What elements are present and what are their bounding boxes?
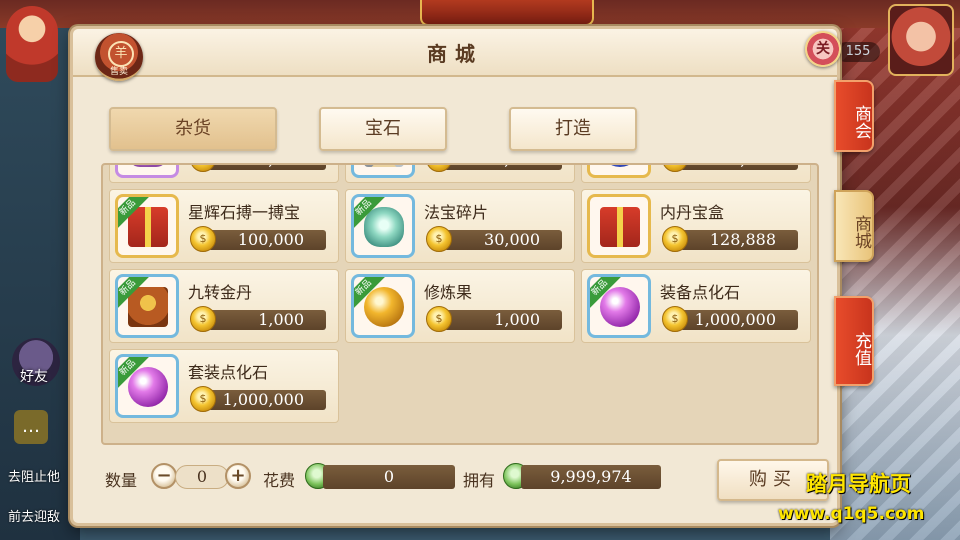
quantity-field[interactable]: 0 <box>175 465 229 489</box>
minus-button[interactable]: − <box>151 463 177 489</box>
item-price: 500,000 <box>444 165 562 170</box>
item-thumbnail: 新品 <box>115 354 179 418</box>
jade-icon <box>364 207 404 247</box>
owned-label: 拥有 <box>463 471 496 490</box>
close-button[interactable]: 关 <box>805 31 841 67</box>
item-name: 法宝碎片 <box>424 203 489 222</box>
sell-label: 售卖 <box>109 67 128 77</box>
item-price: 100,000 <box>208 230 326 250</box>
item-name: 星辉石搏一搏宝 <box>188 203 301 222</box>
chat-icon[interactable]: … <box>14 410 48 444</box>
tab-groceries[interactable]: 杂货 <box>109 107 277 151</box>
item-grid-frame[interactable]: 5,000$500,000$6,666$新品星辉石搏一搏宝100,000$新品法… <box>101 163 819 445</box>
item-card[interactable]: 新品 修炼果 1,000 $ <box>345 269 575 343</box>
watermark-url: www.q1q5.com <box>778 504 925 524</box>
item-card[interactable]: 5,000$ <box>109 165 339 183</box>
owned-value: 9,999,974 <box>521 465 661 489</box>
item-thumbnail <box>587 165 651 178</box>
close-icon: 关 <box>816 41 830 57</box>
coin-icon: $ <box>662 165 688 172</box>
item-price: 1,000 <box>208 310 326 330</box>
side-tab-guild[interactable]: 商会 <box>834 80 874 152</box>
item-thumbnail: 新品 <box>351 194 415 258</box>
coin-icon: $ <box>662 226 688 252</box>
chest-icon <box>128 287 168 327</box>
item-name: 内丹宝盒 <box>660 203 725 222</box>
item-card[interactable]: 新品 套装点化石 1,000,000 $ <box>109 349 339 423</box>
side-tab-recharge[interactable]: 充值 <box>834 296 874 386</box>
item-price: 128,888 <box>680 230 798 250</box>
watermark-title: 踏月导航页 <box>806 472 911 496</box>
item-thumbnail <box>587 194 651 258</box>
item-name: 修炼果 <box>424 283 473 302</box>
cost-label: 花费 <box>263 471 296 490</box>
bag-icon <box>128 165 168 167</box>
item-name: 套装点化石 <box>188 363 269 382</box>
orb-purple-icon <box>128 367 168 407</box>
item-price: 1,000,000 <box>680 310 798 330</box>
item-thumbnail <box>351 165 415 178</box>
item-thumbnail: 新品 <box>115 194 179 258</box>
tab-gems[interactable]: 宝石 <box>319 107 447 151</box>
chat-line-1: 去阻止他 <box>8 470 61 485</box>
item-card[interactable]: 新品 星辉石搏一搏宝 100,000 $ <box>109 189 339 263</box>
coin-icon: $ <box>190 306 216 332</box>
item-thumbnail: 新品 <box>115 274 179 338</box>
tab-forge[interactable]: 打造 <box>509 107 637 151</box>
giftbox-icon <box>128 207 168 247</box>
orb-purple-icon <box>600 287 640 327</box>
item-price: 1,000 <box>444 310 562 330</box>
side-tab-shop[interactable]: 商城 <box>834 190 874 262</box>
item-thumbnail: 新品 <box>351 274 415 338</box>
shop-dialog: 商城 羊 售卖 关 杂货 宝石 打造 5,000$500,000$6,666$新… <box>70 26 841 526</box>
coin-icon: $ <box>426 306 452 332</box>
item-price: 30,000 <box>444 230 562 250</box>
coin-icon: $ <box>662 306 688 332</box>
player-level: 155 <box>836 42 880 62</box>
coin-icon: $ <box>190 165 216 172</box>
plus-button[interactable]: + <box>225 463 251 489</box>
item-card[interactable]: 新品 九转金丹 1,000 $ <box>109 269 339 343</box>
swords-icon <box>364 165 404 167</box>
item-card[interactable]: 内丹宝盒 128,888 $ <box>581 189 811 263</box>
item-card[interactable]: 500,000$ <box>345 165 575 183</box>
item-name: 装备点化石 <box>660 283 741 302</box>
purchase-bar: 数量 − 0 + 花费 0 拥有 9,999,974 购买 <box>101 457 829 501</box>
coin-icon: $ <box>426 226 452 252</box>
friend-label: 好友 <box>20 369 48 385</box>
left-panel <box>0 28 80 540</box>
coin-icon: $ <box>190 226 216 252</box>
item-card[interactable]: 新品 装备点化石 1,000,000 $ <box>581 269 811 343</box>
item-card[interactable]: 新品 法宝碎片 30,000 $ <box>345 189 575 263</box>
player-avatar[interactable] <box>888 4 954 76</box>
mascot-icon[interactable] <box>6 6 58 82</box>
orb-gold-icon <box>364 287 404 327</box>
coin-icon: $ <box>190 386 216 412</box>
dialog-title: 商城 <box>427 42 483 66</box>
orb-blue-icon <box>600 165 640 167</box>
item-price: 6,666 <box>680 165 798 170</box>
item-thumbnail <box>115 165 179 178</box>
giftbox-icon <box>600 207 640 247</box>
item-price: 1,000,000 <box>208 390 326 410</box>
title-bar: 商城 <box>73 29 837 77</box>
cost-value: 0 <box>323 465 455 489</box>
coin-icon: $ <box>426 165 452 172</box>
item-card[interactable]: 6,666$ <box>581 165 811 183</box>
sell-button[interactable]: 羊 售卖 <box>95 33 143 81</box>
top-banner <box>420 0 594 26</box>
chat-line-2: 前去迎敌 <box>8 510 61 525</box>
item-name: 九转金丹 <box>188 283 253 302</box>
quantity-label: 数量 <box>105 471 138 490</box>
item-price: 5,000 <box>208 165 326 170</box>
item-thumbnail: 新品 <box>587 274 651 338</box>
